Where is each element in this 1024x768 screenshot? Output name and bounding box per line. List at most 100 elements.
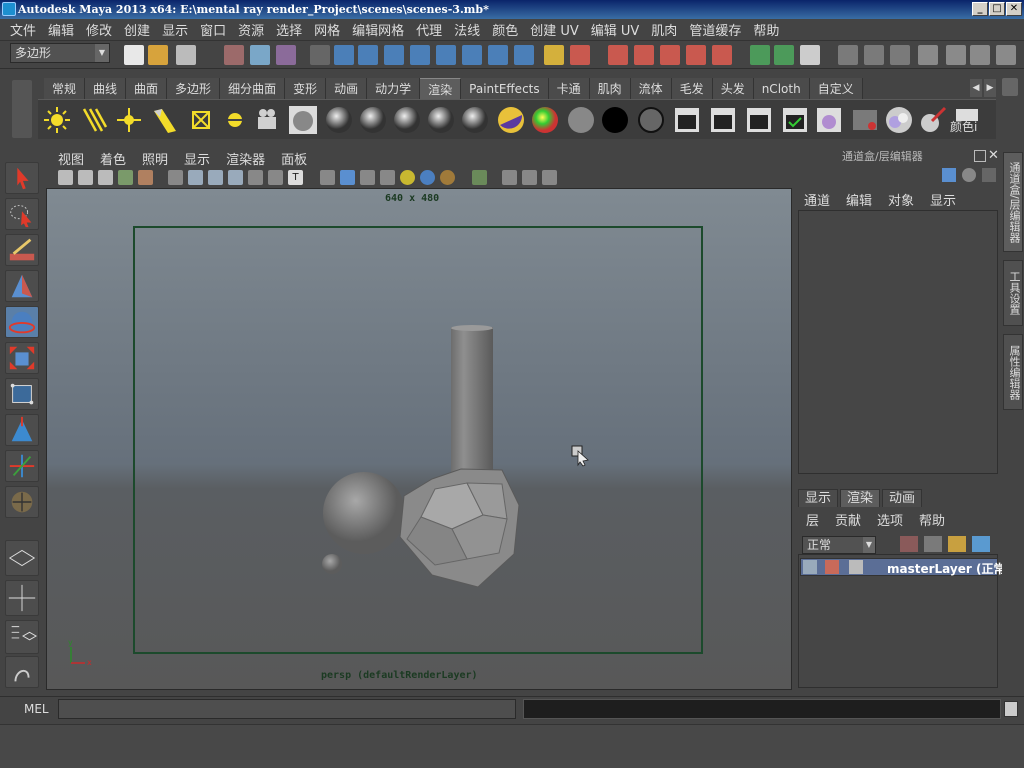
- shelf-tab-muscle[interactable]: 肌肉: [589, 78, 631, 99]
- two-d-pan-icon[interactable]: [138, 170, 153, 185]
- channelbox-menu-edit[interactable]: 编辑: [838, 190, 880, 209]
- menu-help[interactable]: 帮助: [747, 20, 785, 39]
- float-panel-icon[interactable]: [974, 150, 986, 162]
- create-layer-from-selected-icon[interactable]: [948, 536, 966, 552]
- outliner-layout-icon[interactable]: [5, 620, 39, 654]
- bookmarks-icon[interactable]: [98, 170, 113, 185]
- menu-select[interactable]: 选择: [270, 20, 308, 39]
- edit-icon[interactable]: [982, 168, 996, 182]
- shadows-icon[interactable]: [420, 170, 435, 185]
- maximize-button[interactable]: □: [989, 2, 1005, 16]
- menu-pipeline-cache[interactable]: 管道缓存: [683, 20, 747, 39]
- snap-live-icon[interactable]: [712, 45, 732, 65]
- move-tool-icon[interactable]: [5, 270, 39, 302]
- four-view-layout-icon[interactable]: [5, 580, 39, 616]
- shelf-tab-deformation[interactable]: 变形: [285, 78, 327, 99]
- single-perspective-layout-icon[interactable]: [5, 540, 39, 576]
- render-settings-layer-icon[interactable]: [849, 560, 863, 574]
- isolate-select-icon[interactable]: [472, 170, 487, 185]
- snap-grid-icon[interactable]: [608, 45, 628, 65]
- xray-joints-icon[interactable]: [522, 170, 537, 185]
- menu-assets[interactable]: 资源: [232, 20, 270, 39]
- batch-render-icon[interactable]: [744, 105, 774, 135]
- toggle-channelbox-icon[interactable]: [996, 45, 1016, 65]
- panel-menu-panels[interactable]: 面板: [273, 149, 315, 168]
- surface-shader-icon[interactable]: [600, 105, 630, 135]
- soft-modification-icon[interactable]: [5, 414, 39, 446]
- shelf-tab-animation[interactable]: 动画: [326, 78, 368, 99]
- new-layer-icon[interactable]: [924, 536, 942, 552]
- trash-icon[interactable]: [1002, 78, 1018, 96]
- menu-create-uv[interactable]: 创建 UV: [524, 20, 585, 39]
- shelf-tab-fluids[interactable]: 流体: [630, 78, 672, 99]
- scale-tool-icon[interactable]: [5, 342, 39, 374]
- gate-mask-icon[interactable]: [228, 170, 243, 185]
- menu-edit-mesh[interactable]: 编辑网格: [346, 20, 410, 39]
- select-camera-icon[interactable]: [58, 170, 73, 185]
- shading-map-icon[interactable]: [566, 105, 596, 135]
- menu-window[interactable]: 窗口: [194, 20, 232, 39]
- render-frame-icon[interactable]: [838, 45, 858, 65]
- high-quality-icon[interactable]: [440, 170, 455, 185]
- rotate-tool-icon[interactable]: [5, 306, 39, 338]
- camera-attributes-icon[interactable]: [78, 170, 93, 185]
- cylinder-object[interactable]: [451, 325, 493, 477]
- layer-menu-options[interactable]: 选项: [869, 510, 911, 529]
- render-toggle-icon[interactable]: [803, 560, 817, 574]
- shelf-tab-rendering[interactable]: 渲染: [420, 78, 462, 99]
- shelf-tab-general[interactable]: 常规: [44, 78, 86, 99]
- render-settings-clapper-icon[interactable]: [780, 105, 810, 135]
- select-deformations-icon[interactable]: [436, 45, 456, 65]
- layer-tab-animation[interactable]: 动画: [882, 489, 923, 507]
- shelf-tab-curves[interactable]: 曲线: [85, 78, 127, 99]
- layer-tab-display[interactable]: 显示: [798, 489, 839, 507]
- menu-normals[interactable]: 法线: [448, 20, 486, 39]
- area-light-icon[interactable]: [186, 105, 216, 135]
- resolution-gate-icon[interactable]: [208, 170, 223, 185]
- menu-set-select[interactable]: 多边形 ▼: [10, 43, 110, 63]
- ramp-shader-icon[interactable]: [530, 105, 560, 135]
- input-ops-icon[interactable]: [750, 45, 770, 65]
- close-button[interactable]: ✕: [1006, 2, 1022, 16]
- menu-display[interactable]: 显示: [156, 20, 194, 39]
- shelf-tab-surfaces[interactable]: 曲面: [126, 78, 168, 99]
- menu-proxy[interactable]: 代理: [410, 20, 448, 39]
- hypershade-clapper-icon[interactable]: [814, 105, 844, 135]
- mel-input[interactable]: [58, 699, 516, 719]
- minimize-button[interactable]: _: [972, 2, 988, 16]
- hypershade-icon[interactable]: [918, 45, 938, 65]
- script-editor-icon[interactable]: [1004, 701, 1018, 717]
- smooth-shade-icon[interactable]: [340, 170, 355, 185]
- mask-filter-icon[interactable]: [310, 45, 330, 65]
- speed-icon[interactable]: [962, 168, 976, 182]
- render-sphere-icon[interactable]: [288, 105, 318, 135]
- new-scene-icon[interactable]: [124, 45, 144, 65]
- blinn-icon[interactable]: [358, 105, 388, 135]
- menu-file[interactable]: 文件: [4, 20, 42, 39]
- use-background-icon[interactable]: [636, 105, 666, 135]
- shelf-tab-polygons[interactable]: 多边形: [167, 78, 221, 99]
- blend-mode-select[interactable]: 正常 ▼: [802, 536, 876, 554]
- layer-menu-contribution[interactable]: 贡献: [827, 510, 869, 529]
- field-chart-icon[interactable]: [248, 170, 263, 185]
- universal-manipulator-icon[interactable]: [5, 378, 39, 410]
- select-handles-icon[interactable]: [334, 45, 354, 65]
- select-hierarchy-icon[interactable]: [224, 45, 244, 65]
- perspective-viewport[interactable]: 640 x 480 x y persp (defaultRenderLayer): [46, 188, 792, 690]
- scene-objects[interactable]: x y: [47, 189, 791, 689]
- save-scene-icon[interactable]: [176, 45, 196, 65]
- wireframe-on-shaded-icon[interactable]: [360, 170, 375, 185]
- lasso-tool-icon[interactable]: [5, 198, 39, 230]
- panel-menu-renderer[interactable]: 渲染器: [218, 149, 273, 168]
- select-dynamics-icon[interactable]: [462, 45, 482, 65]
- panel-menu-show[interactable]: 显示: [176, 149, 218, 168]
- panel-menu-lighting[interactable]: 照明: [134, 149, 176, 168]
- mel-label[interactable]: MEL: [24, 702, 49, 716]
- textured-icon[interactable]: [380, 170, 395, 185]
- lock-selection-icon[interactable]: [544, 45, 564, 65]
- select-rendering-icon[interactable]: [488, 45, 508, 65]
- channelbox-menu-show[interactable]: 显示: [922, 190, 964, 209]
- xray-icon[interactable]: [502, 170, 517, 185]
- camera-icon[interactable]: [254, 105, 284, 135]
- use-all-lights-icon[interactable]: [400, 170, 415, 185]
